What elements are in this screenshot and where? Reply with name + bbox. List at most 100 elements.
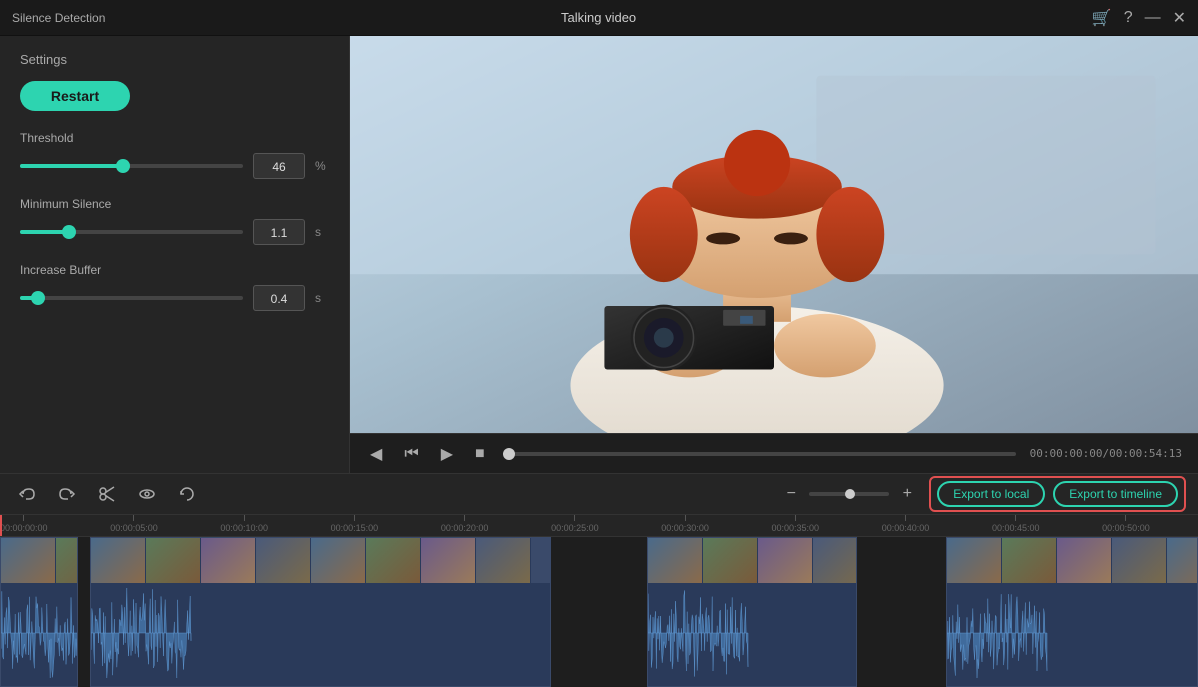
restart-button[interactable]: Restart bbox=[20, 81, 130, 111]
window-controls: 🛒 ? — ✕ bbox=[1092, 8, 1186, 28]
clip-thumbnail bbox=[366, 538, 421, 583]
ruler-tick bbox=[574, 515, 575, 521]
minimize-icon[interactable]: — bbox=[1145, 9, 1161, 27]
clip-thumbnail bbox=[1057, 538, 1112, 583]
video-clip[interactable] bbox=[0, 537, 78, 687]
ruler-tick bbox=[795, 515, 796, 521]
video-clip[interactable] bbox=[90, 537, 551, 687]
timeline: 00:00:00:00 00:00:05:00 00:00:10:00 00:00:1… bbox=[0, 515, 1198, 687]
zoom-controls: − + bbox=[779, 482, 919, 506]
clip-thumbnail bbox=[1, 538, 56, 583]
clip-thumbnail bbox=[947, 538, 1002, 583]
play-backward-button[interactable]: ⏮ bbox=[400, 441, 422, 467]
audio-waveform bbox=[648, 583, 856, 686]
video-content bbox=[350, 36, 1198, 433]
prev-frame-button[interactable]: ◀ bbox=[366, 440, 386, 468]
threshold-slider[interactable] bbox=[20, 164, 243, 168]
threshold-label: Threshold bbox=[20, 131, 329, 145]
visibility-button[interactable] bbox=[132, 481, 162, 507]
minimum-silence-slider-row: 1.1 s bbox=[20, 219, 329, 245]
minimum-silence-thumb[interactable] bbox=[62, 225, 76, 239]
playhead[interactable] bbox=[0, 515, 2, 536]
threshold-value[interactable]: 46 bbox=[253, 153, 305, 179]
minimum-silence-unit: s bbox=[315, 225, 329, 239]
increase-buffer-thumb[interactable] bbox=[31, 291, 45, 305]
close-icon[interactable]: ✕ bbox=[1173, 8, 1186, 28]
ruler-label: 00:00:45:00 bbox=[992, 523, 1040, 533]
increase-buffer-slider-row: 0.4 s bbox=[20, 285, 329, 311]
ruler-tick bbox=[464, 515, 465, 521]
play-button[interactable]: ▶ bbox=[437, 440, 457, 468]
ruler-label: 00:00:00:00 bbox=[0, 523, 48, 533]
ruler-mark: 00:00:05:00 bbox=[110, 515, 158, 536]
ruler-tick bbox=[354, 515, 355, 521]
clip-thumbnail bbox=[648, 538, 703, 583]
restore-icon bbox=[178, 485, 196, 503]
ruler-mark: 00:00:15:00 bbox=[331, 515, 379, 536]
increase-buffer-slider[interactable] bbox=[20, 296, 243, 300]
redo-icon bbox=[58, 485, 76, 503]
clip-thumbnail bbox=[758, 538, 813, 583]
help-icon[interactable]: ? bbox=[1124, 9, 1133, 27]
progress-thumb[interactable] bbox=[503, 448, 515, 460]
threshold-fill bbox=[20, 164, 123, 168]
progress-slider[interactable] bbox=[503, 452, 1016, 456]
clip-thumbnail bbox=[311, 538, 366, 583]
clip-thumbnail bbox=[421, 538, 476, 583]
zoom-out-button[interactable]: − bbox=[779, 482, 803, 506]
controls-bar: ◀ ⏮ ▶ ■ 00:00:00:00/00:00:54:13 bbox=[350, 433, 1198, 473]
clip-thumbnail bbox=[476, 538, 531, 583]
ruler-mark: 00:00:45:00 bbox=[992, 515, 1040, 536]
clip-audio bbox=[947, 583, 1197, 686]
ruler-mark: 00:00:10:00 bbox=[220, 515, 268, 536]
clip-audio bbox=[1, 583, 77, 686]
timeline-ruler: 00:00:00:00 00:00:05:00 00:00:10:00 00:00:1… bbox=[0, 515, 1198, 537]
eye-icon bbox=[138, 485, 156, 503]
threshold-slider-row: 46 % bbox=[20, 153, 329, 179]
export-timeline-button[interactable]: Export to timeline bbox=[1053, 481, 1178, 507]
increase-buffer-value[interactable]: 0.4 bbox=[253, 285, 305, 311]
threshold-thumb[interactable] bbox=[116, 159, 130, 173]
ruler-mark: 00:00:35:00 bbox=[772, 515, 820, 536]
ruler-label: 00:00:25:00 bbox=[551, 523, 599, 533]
right-panel: ◀ ⏮ ▶ ■ 00:00:00:00/00:00:54:13 bbox=[350, 36, 1198, 473]
stop-button[interactable]: ■ bbox=[471, 441, 489, 467]
cut-button[interactable] bbox=[92, 481, 122, 507]
cart-icon[interactable]: 🛒 bbox=[1092, 8, 1112, 28]
ruler-label: 00:00:20:00 bbox=[441, 523, 489, 533]
undo-icon bbox=[18, 485, 36, 503]
clip-thumbnails bbox=[91, 538, 550, 583]
ruler-label: 00:00:50:00 bbox=[1102, 523, 1150, 533]
audio-waveform bbox=[1, 583, 77, 686]
ruler-label: 00:00:30:00 bbox=[661, 523, 709, 533]
clip-thumbnails bbox=[1, 538, 77, 583]
increase-buffer-group: Increase Buffer 0.4 s bbox=[20, 263, 329, 311]
ruler-label: 00:00:35:00 bbox=[772, 523, 820, 533]
ruler-tick bbox=[685, 515, 686, 521]
zoom-thumb[interactable] bbox=[845, 489, 855, 499]
zoom-slider[interactable] bbox=[809, 492, 889, 496]
zoom-in-button[interactable]: + bbox=[895, 482, 919, 506]
video-clip[interactable] bbox=[647, 537, 857, 687]
document-title: Talking video bbox=[105, 10, 1091, 25]
export-local-button[interactable]: Export to local bbox=[937, 481, 1045, 507]
clip-thumbnail bbox=[56, 538, 77, 583]
audio-waveform bbox=[947, 583, 1197, 686]
ruler-mark: 00:00:30:00 bbox=[661, 515, 709, 536]
threshold-unit: % bbox=[315, 159, 329, 173]
clip-thumbnail bbox=[1002, 538, 1057, 583]
undo-button[interactable] bbox=[12, 481, 42, 507]
track-content bbox=[0, 537, 1198, 687]
restore-button[interactable] bbox=[172, 481, 202, 507]
redo-button[interactable] bbox=[52, 481, 82, 507]
minimum-silence-slider[interactable] bbox=[20, 230, 243, 234]
clip-thumbnail bbox=[813, 538, 856, 583]
clip-audio bbox=[648, 583, 856, 686]
video-clip[interactable] bbox=[946, 537, 1198, 687]
ruler-mark: 00:00:40:00 bbox=[882, 515, 930, 536]
minimum-silence-label: Minimum Silence bbox=[20, 197, 329, 211]
settings-label: Settings bbox=[20, 52, 329, 67]
increase-buffer-label: Increase Buffer bbox=[20, 263, 329, 277]
video-area bbox=[350, 36, 1198, 433]
minimum-silence-value[interactable]: 1.1 bbox=[253, 219, 305, 245]
